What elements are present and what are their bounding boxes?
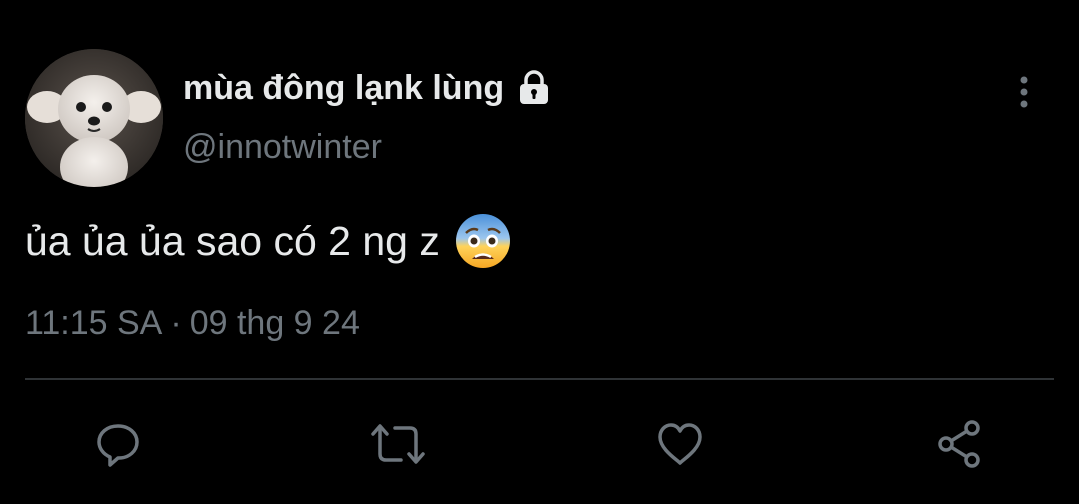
more-options-icon[interactable]: [1008, 72, 1040, 112]
like-icon: [654, 418, 706, 470]
reply-button[interactable]: [92, 418, 144, 470]
share-button[interactable]: [934, 418, 986, 470]
lock-icon: [514, 68, 554, 108]
divider: [25, 378, 1054, 380]
like-button[interactable]: [654, 418, 706, 470]
retweet-button[interactable]: [369, 418, 427, 470]
user-handle[interactable]: @innotwinter: [183, 128, 382, 167]
dog-avatar-image: [25, 49, 163, 187]
avatar[interactable]: [25, 49, 163, 187]
display-name[interactable]: mùa đông lạnk lùng: [183, 68, 554, 108]
tweet-time: 11:15 SA: [25, 304, 163, 342]
share-icon: [932, 418, 988, 470]
timestamp-separator: ·: [170, 304, 182, 342]
display-name-text: mùa đông lạnk lùng: [183, 68, 505, 107]
tweet-detail: mùa đông lạnk lùng @innotwinter ủa ủa ủa…: [0, 0, 1079, 504]
anxious-face-emoji: [454, 212, 512, 270]
tweet-timestamp[interactable]: 11:15 SA · 09 thg 9 24: [25, 304, 360, 343]
reply-icon: [92, 418, 144, 470]
tweet-text-content: ủa ủa ủa sao có 2 ng z: [25, 217, 440, 264]
tweet-date: 09 thg 9 24: [189, 304, 360, 342]
retweet-icon: [369, 418, 427, 470]
tweet-text: ủa ủa ủa sao có 2 ng z: [25, 212, 512, 270]
